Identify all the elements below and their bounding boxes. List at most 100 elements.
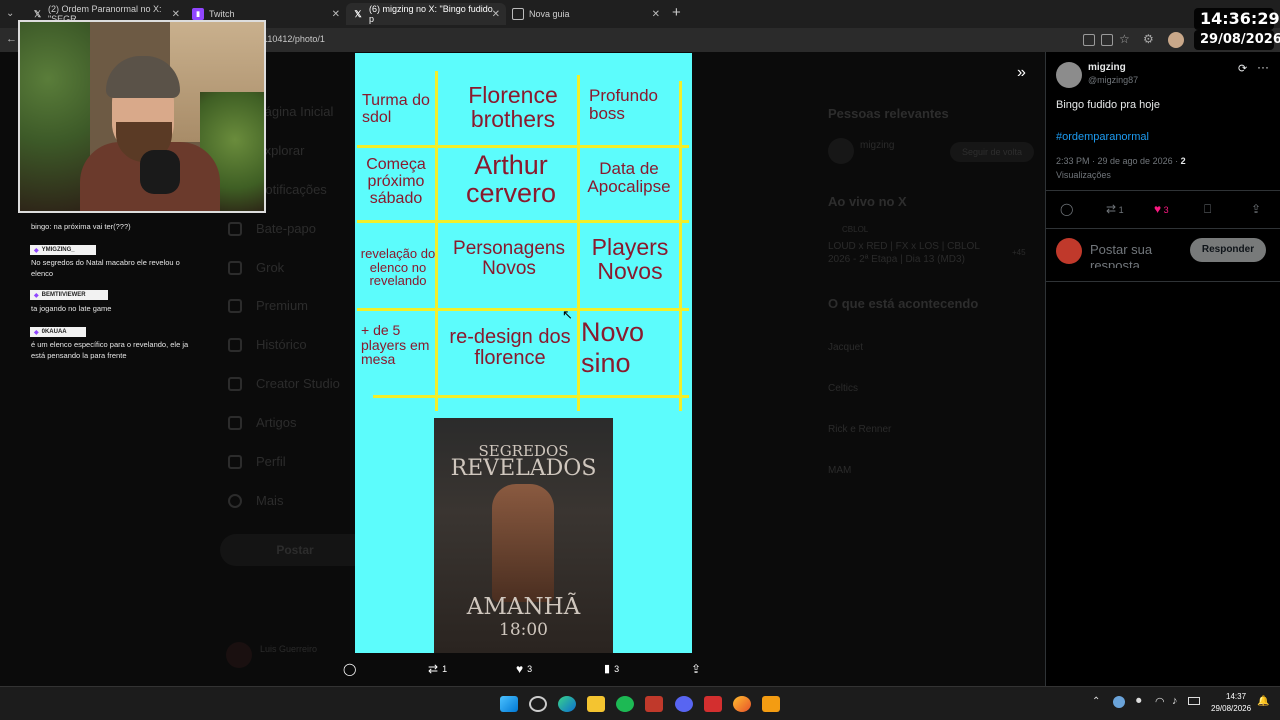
panel-divider [1046,228,1280,229]
more-options-icon[interactable]: ··· [1257,60,1269,74]
tab-list-icon[interactable]: ⌄ [6,8,14,19]
mouse-cursor: ↖ [562,307,573,322]
relevant-heading: Pessoas relevantes [828,106,949,121]
bingo-image: Turma do sdol Florence brothers Profundo… [355,53,692,653]
discord-icon[interactable] [675,696,693,712]
badge-icon: ◆ [34,247,39,254]
microphone [140,150,180,194]
tab-new-tab[interactable]: Nova guia ✕ [506,3,666,25]
url-field[interactable]: 9110412/photo/1 [258,34,325,44]
apps-icon[interactable] [1083,34,1095,46]
panel-divider [1046,281,1280,282]
panel-repost-button[interactable]: ⇄ 1 [1106,202,1124,216]
anydesk-icon[interactable] [704,696,722,712]
x-logo-icon [228,298,242,313]
trend-item: Celtics [828,383,859,394]
streamer-beanie [106,56,180,98]
new-tab-button[interactable]: + [672,4,681,21]
badge-icon: ◆ [34,292,39,299]
chat-user-badge: ◆ 0KAUAA [30,327,86,337]
chat-message: bingo: na próxima vai ter(???) [31,222,131,231]
live-count: +45 [1012,248,1026,257]
tab-migzing[interactable]: 𝕏 (6) migzing no X: "Bingo fudido p ✕ [346,3,506,25]
reader-icon[interactable] [1101,34,1113,46]
network-icon[interactable] [1113,696,1125,708]
relevant-avatar [828,138,854,164]
segredos-revelados-poster: SEGREDOS REVELADOS AMANHÃ 18:00 [434,418,613,653]
file-explorer-icon[interactable] [587,696,605,712]
views-label: Visualizações [1056,170,1111,180]
poster-title-main: REVELADOS [450,456,597,481]
notification-icon[interactable]: 🔔 [1257,696,1269,707]
close-icon[interactable]: ✕ [652,9,660,20]
streaming-app-icon[interactable] [645,696,663,712]
reply-button-submit[interactable]: Responder [1190,238,1266,262]
share-button[interactable]: ⇪ [691,662,701,676]
author-name[interactable]: migzing [1088,62,1126,73]
person-icon [228,454,242,469]
bingo-cell: Florence brothers [468,82,558,133]
bingo-cell: + de 5 players em mesa [361,322,430,368]
reply-button[interactable]: ◯ [343,662,356,676]
extensions-icon[interactable]: ⚙ [1143,32,1154,46]
views-button[interactable]: ▮ 3 [604,662,619,675]
close-icon[interactable]: ✕ [492,9,500,20]
profile-avatar[interactable] [1168,32,1184,48]
relevant-name: migzing [860,140,895,151]
trend-item: Jacquet [828,342,864,353]
spotify-icon[interactable] [616,696,634,712]
close-icon[interactable]: ✕ [172,9,180,20]
battery-icon[interactable] [1188,697,1200,705]
nav-more: Mais [228,493,283,508]
happening-heading: O que está acontecendo [828,296,979,311]
bookmark-icon[interactable]: ⎕ [1204,202,1211,217]
share-icon[interactable]: ⇪ [1251,202,1261,216]
bingo-cell: Turma do sdol [362,92,430,126]
author-handle[interactable]: @migzing87 [1088,75,1138,85]
like-button[interactable]: ♥ 3 [516,662,532,676]
chat-icon [228,221,242,236]
volume-icon[interactable]: ♪ [1172,695,1178,707]
back-icon[interactable]: ← [6,33,17,45]
article-icon [228,415,242,430]
grid-line [357,220,689,223]
panel-divider [1046,190,1280,191]
x-logo-icon: 𝕏 [33,8,42,19]
reply-icon: ◯ [343,662,357,676]
chat-message: ta jogando no late game [31,304,112,313]
live-heading: Ao vivo no X [828,194,907,209]
grok-icon[interactable]: ⟳ [1238,62,1247,75]
account-name: Luis Guerreiro [260,644,318,654]
collapse-panel-icon[interactable]: » [1017,64,1026,82]
tray-chevron-icon[interactable]: ⌃ [1092,696,1100,707]
windows-start-icon[interactable] [500,696,518,712]
x-logo-icon: 𝕏 [354,8,362,19]
repost-button[interactable]: ⇄ 1 [428,662,447,676]
panel-reply-icon[interactable]: ◯ [1060,202,1073,216]
nav-grok: Grok [228,260,284,275]
favorite-star-icon[interactable]: ☆ [1119,32,1130,46]
firefox-icon[interactable] [733,696,751,712]
mic-icon[interactable]: ⏺ [1136,695,1142,708]
chat-user-badge: ◆ BEMTIIVIEWER [30,290,108,300]
post-button: Postar [220,534,370,566]
repost-icon: ⇄ [1106,202,1117,216]
tray-date[interactable]: 29/08/2026 [1211,704,1251,713]
tweet-text: Bingo fudido pra hoje [1056,99,1160,111]
reply-input[interactable]: Postar sua resposta [1090,242,1182,268]
edge-icon[interactable] [558,696,576,712]
webcam-feed [18,20,266,213]
trend-item: MAM [828,465,852,476]
close-icon[interactable]: ✕ [332,9,340,20]
heart-icon: ♥ [1154,202,1162,216]
hashtag-link[interactable]: #ordemparanormal [1056,131,1149,143]
panel-like-button[interactable]: ♥ 3 [1154,202,1169,216]
wifi-icon[interactable]: ◠ [1155,695,1165,708]
author-avatar[interactable] [1056,62,1082,88]
app-icon[interactable] [762,696,780,712]
grid-line [373,395,689,398]
chatgpt-icon[interactable] [529,696,547,712]
bingo-cell: Players Novos [591,234,669,285]
tray-time[interactable]: 14:37 [1226,692,1246,701]
bingo-cell: Personagens Novos [453,238,565,279]
